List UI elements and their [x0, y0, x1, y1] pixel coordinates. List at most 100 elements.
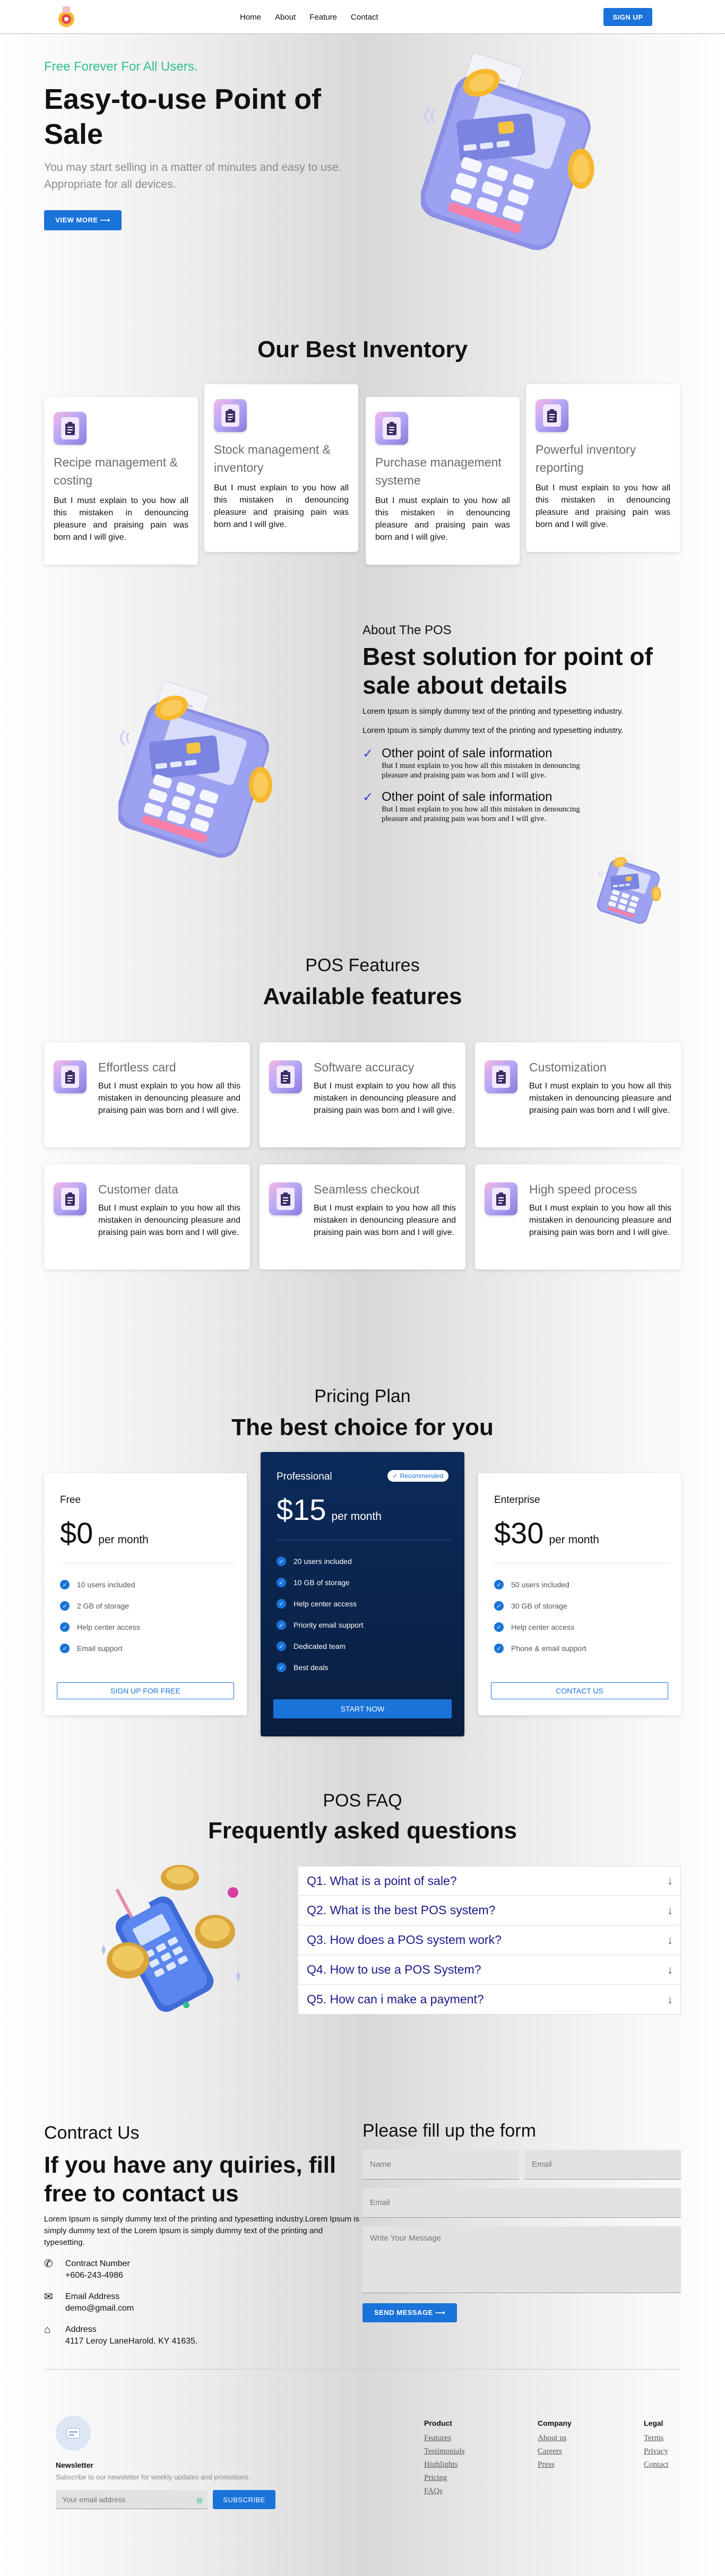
inventory-card[interactable]: Recipe management & costing But I must e… — [44, 397, 198, 565]
feature-card[interactable]: Seamless checkout But I must explain to y… — [260, 1164, 465, 1269]
pricing-plan-professional: Professional ✓ Recommended $15 per month ✓… — [261, 1452, 464, 1736]
feature-card[interactable]: Customer data But I must explain to you h… — [44, 1164, 250, 1269]
arrow-down-icon: ↓ — [667, 1992, 673, 2006]
faq-item[interactable]: Q5. How can i make a payment? ↓ — [298, 1985, 681, 2015]
plan-feature-label: Help center access — [77, 1623, 141, 1631]
footer-link[interactable]: Contact — [644, 2458, 669, 2471]
plan-feature-label: 20 users included — [294, 1557, 352, 1566]
brand-logo-icon[interactable] — [55, 5, 78, 29]
checkmark-icon: ✓ — [362, 747, 374, 761]
check-circle-icon: ✓ — [60, 1580, 70, 1589]
faq-question: Q1. What is a point of sale? — [307, 1873, 457, 1888]
top-navbar: Home About Feature Contact SIGN UP — [0, 0, 725, 34]
view-more-button[interactable]: VIEW MORE ⟶ — [44, 210, 122, 230]
faq-question: Q3. How does a POS system work? — [307, 1933, 502, 1947]
footer-link[interactable]: Pricing — [424, 2471, 464, 2485]
nav-link-home[interactable]: Home — [240, 13, 261, 22]
check-circle-icon: ✓ — [277, 1663, 286, 1672]
feature-card-title: High speed process — [529, 1182, 637, 1196]
footer-column-product: Product Features Testimonials Highlights… — [424, 2419, 464, 2498]
email-field[interactable] — [524, 2150, 681, 2180]
pos-terminal-mini-illustration — [594, 850, 665, 928]
check-circle-icon: ✓ — [277, 1578, 286, 1587]
footer-column-company: Company About us Careers Press — [538, 2419, 572, 2471]
footer-link[interactable]: Press — [538, 2458, 572, 2471]
faq-item[interactable]: Q2. What is the best POS system? ↓ — [298, 1896, 681, 1925]
signup-free-button[interactable]: SIGN UP FOR FREE — [57, 1682, 234, 1699]
footer-link[interactable]: Testimonials — [424, 2445, 464, 2458]
plan-price-amount: $0 — [60, 1516, 93, 1550]
check-circle-icon: ✓ — [494, 1601, 504, 1611]
footer-link[interactable]: About us — [538, 2432, 572, 2445]
footer-link[interactable]: Privacy — [644, 2445, 669, 2458]
inventory-card[interactable]: Stock management & inventory But I must … — [204, 384, 358, 552]
feature-card-body: But I must explain to you how all this m… — [529, 1082, 671, 1115]
message-field[interactable] — [362, 2226, 681, 2293]
footer-link[interactable]: Highlights — [424, 2458, 464, 2471]
clipboard-icon — [269, 1060, 302, 1093]
nav-link-about[interactable]: About — [275, 13, 296, 22]
faq-accordion: Q1. What is a point of sale? ↓ Q2. What i… — [298, 1866, 681, 2015]
arrow-right-icon: ⟶ — [100, 216, 110, 224]
faq-question: Q4. How to use a POS System? — [307, 1963, 481, 1976]
feature-card[interactable]: Effortless card But I must explain to you… — [44, 1042, 250, 1147]
inventory-card-title: Powerful inventory reporting — [536, 443, 636, 474]
feature-card-title: Customization — [529, 1060, 607, 1074]
plan-feature: ✓ 2 GB of storage — [60, 1595, 234, 1617]
plan-feature: ✓ Email support — [60, 1638, 234, 1659]
contact-kicker: Contract Us — [44, 2123, 140, 2143]
footer: Newsletter Subscribe to our newsletter f… — [44, 2369, 681, 2576]
about-title: Best solution for point of sale about de… — [362, 643, 653, 699]
faq-item[interactable]: Q1. What is a point of sale? ↓ — [298, 1866, 681, 1896]
pos-terminal-illustration — [110, 679, 278, 865]
features-kicker: POS Features — [305, 955, 420, 975]
check-circle-icon: ✓ — [494, 1622, 504, 1632]
footer-column-legal: Legal Terms Privacy Contact — [644, 2419, 669, 2471]
contact-title: If you have any quiries, fill free to co… — [44, 2152, 336, 2207]
footer-link[interactable]: FAQs — [424, 2485, 464, 2498]
faq-item[interactable]: Q3. How does a POS system work? ↓ — [298, 1925, 681, 1955]
pricing-title: The best choice for you — [231, 1414, 494, 1440]
check-circle-icon: ✓ — [494, 1580, 504, 1589]
features-section: POS Features Available features Effortle… — [44, 926, 681, 1371]
clipboard-icon — [54, 1060, 87, 1093]
clipboard-icon — [54, 412, 87, 445]
plan-price-period: per month — [98, 1534, 149, 1546]
form-title: Please fill up the form — [362, 2121, 536, 2141]
inventory-card[interactable]: Powerful inventory reporting But I must … — [526, 384, 680, 552]
feature-card[interactable]: High speed process But I must explain to … — [475, 1164, 681, 1269]
name-field[interactable] — [362, 2150, 519, 2180]
contact-body: Lorem Ipsum is simply dummy text of the … — [44, 2215, 360, 2247]
footer-link[interactable]: Terms — [644, 2432, 669, 2445]
plan-feature: ✓ 10 users included — [60, 1574, 234, 1595]
feature-card-body: But I must explain to you how all this m… — [314, 1204, 456, 1237]
plan-feature-label: Help center access — [511, 1623, 575, 1631]
feature-card[interactable]: Software accuracy But I must explain to y… — [260, 1042, 465, 1147]
feature-card-title: Software accuracy — [314, 1060, 415, 1074]
check-circle-icon: ✓ — [494, 1644, 504, 1653]
subscribe-button[interactable]: SUBSCRIBE — [213, 2490, 275, 2509]
footer-link[interactable]: Careers — [538, 2445, 572, 2458]
contact-section: Contract Us If you have any quiries, fil… — [44, 2104, 681, 2369]
contact-us-button[interactable]: CONTACT US — [491, 1682, 668, 1699]
nav-links: Home About Feature Contact — [240, 13, 378, 22]
signup-button[interactable]: SIGN UP — [603, 8, 652, 26]
inventory-card-body: But I must explain to you how all this m… — [536, 483, 670, 529]
nav-link-feature[interactable]: Feature — [309, 13, 337, 22]
feature-card[interactable]: Customization But I must explain to you h… — [475, 1042, 681, 1147]
footer-link[interactable]: Features — [424, 2432, 464, 2445]
start-now-button[interactable]: START NOW — [273, 1699, 452, 1718]
plan-feature: ✓ Help center access — [277, 1593, 452, 1614]
nav-link-contact[interactable]: Contact — [351, 13, 378, 22]
email-field-secondary[interactable] — [362, 2188, 681, 2218]
plan-price: $30 per month — [494, 1516, 668, 1550]
inventory-card[interactable]: Purchase management systeme But I must e… — [366, 397, 520, 565]
send-message-button[interactable]: SEND MESSAGE ⟶ — [362, 2303, 457, 2322]
send-message-label: SEND MESSAGE — [374, 2309, 433, 2316]
recommended-badge: ✓ Recommended — [387, 1470, 448, 1482]
plan-feature-label: Best deals — [294, 1663, 329, 1672]
faq-item[interactable]: Q4. How to use a POS System? ↓ — [298, 1955, 681, 1985]
newsletter-logo-icon — [56, 2416, 91, 2451]
plan-name: Enterprise — [494, 1494, 540, 1506]
newsletter-email-input[interactable] — [56, 2490, 208, 2509]
